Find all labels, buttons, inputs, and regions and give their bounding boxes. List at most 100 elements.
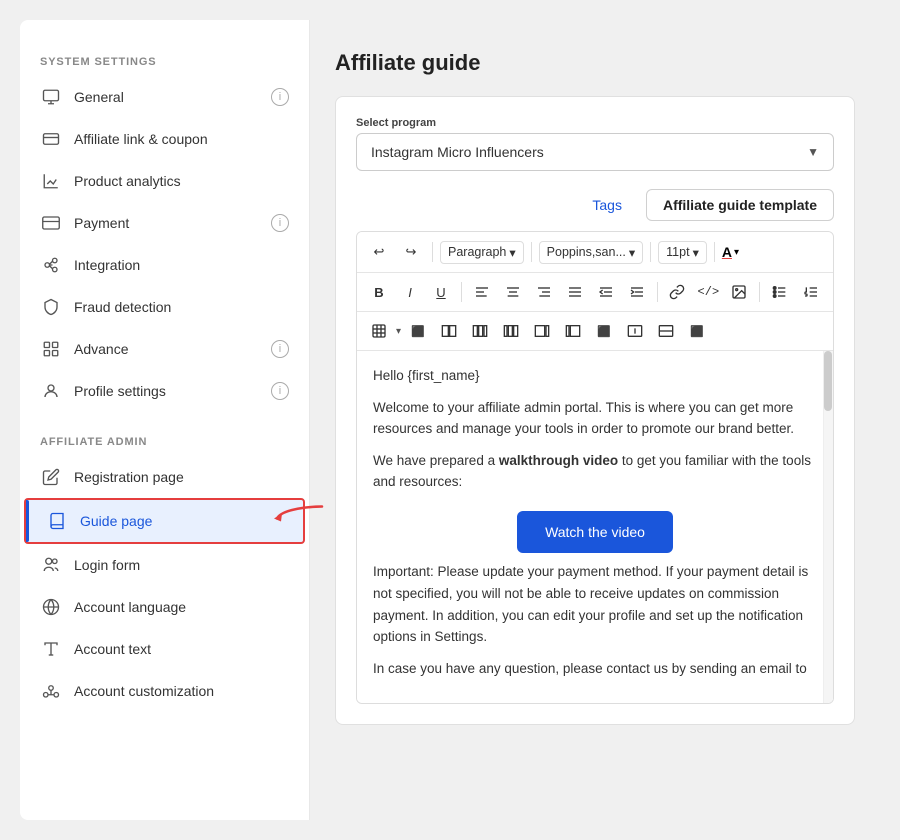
- globe-icon: [40, 596, 62, 618]
- align-left-button[interactable]: [468, 278, 496, 306]
- integration-label: Integration: [74, 257, 289, 273]
- account-customization-label: Account customization: [74, 683, 289, 699]
- table-delete-row[interactable]: ⬛: [683, 317, 711, 345]
- sidebar-item-integration[interactable]: Integration: [20, 244, 309, 286]
- italic-button[interactable]: I: [396, 278, 424, 306]
- sidebar-item-guide-page[interactable]: Guide page: [24, 498, 305, 544]
- sidebar-item-profile-settings[interactable]: Profile settings i: [20, 370, 309, 412]
- font-color-wrapper: A ▾: [722, 244, 739, 260]
- sidebar-item-login-form[interactable]: Login form: [20, 544, 309, 586]
- sidebar-item-account-customization[interactable]: Account customization: [20, 670, 309, 712]
- table-chevron: ▾: [396, 326, 401, 337]
- font-label: Poppins,san...: [547, 245, 626, 259]
- content-card: Select program Instagram Micro Influence…: [335, 96, 855, 725]
- editor-content[interactable]: Hello {first_name} Welcome to your affil…: [357, 351, 833, 703]
- sidebar-item-affiliate-link[interactable]: Affiliate link & coupon: [20, 118, 309, 160]
- justify-button[interactable]: [561, 278, 589, 306]
- table-layout-3[interactable]: [497, 317, 525, 345]
- select-program-wrapper: Select program Instagram Micro Influence…: [356, 117, 834, 171]
- page-title: Affiliate guide: [335, 50, 855, 76]
- product-analytics-label: Product analytics: [74, 173, 289, 189]
- table-layout-4[interactable]: [528, 317, 556, 345]
- link-button[interactable]: [663, 278, 691, 306]
- table-layout-1[interactable]: [435, 317, 463, 345]
- font-size-label: 11pt: [666, 245, 689, 259]
- advance-label: Advance: [74, 341, 271, 357]
- sidebar-item-advance[interactable]: Advance i: [20, 328, 309, 370]
- sidebar-item-general[interactable]: General i: [20, 76, 309, 118]
- sidebar-item-payment[interactable]: Payment i: [20, 202, 309, 244]
- toolbar-divider-7: [759, 282, 760, 302]
- bold-button[interactable]: B: [365, 278, 393, 306]
- payment-info-badge: i: [271, 214, 289, 232]
- editor-toolbar-row2: B I U: [357, 273, 833, 312]
- editor-para4: In case you have any question, please co…: [373, 658, 817, 680]
- general-label: General: [74, 89, 271, 105]
- undo-button[interactable]: ↩: [365, 238, 393, 266]
- paragraph-label: Paragraph: [448, 245, 506, 259]
- redo-button[interactable]: ↪: [397, 238, 425, 266]
- font-size-chevron: ▾: [693, 245, 699, 260]
- table-layout-5[interactable]: [559, 317, 587, 345]
- align-right-button[interactable]: [530, 278, 558, 306]
- bullet-list-button[interactable]: [766, 278, 794, 306]
- sidebar-item-product-analytics[interactable]: Product analytics: [20, 160, 309, 202]
- select-program-dropdown[interactable]: Instagram Micro Influencers ▼: [356, 133, 834, 171]
- advance-info-badge: i: [271, 340, 289, 358]
- numbered-list-button[interactable]: [797, 278, 825, 306]
- font-size-select[interactable]: 11pt ▾: [658, 241, 707, 264]
- indent-increase-button[interactable]: [623, 278, 651, 306]
- font-select[interactable]: Poppins,san... ▾: [539, 241, 644, 264]
- table-delete-col[interactable]: ⬛: [590, 317, 618, 345]
- editor-scrollbar-track: [823, 351, 833, 703]
- app-container: SYSTEM SETTINGS General i Affiliate link…: [20, 20, 880, 820]
- sidebar-item-registration-page[interactable]: Registration page: [20, 456, 309, 498]
- fraud-detection-label: Fraud detection: [74, 299, 289, 315]
- guide-page-wrapper: Guide page: [20, 498, 309, 544]
- profile-settings-label: Profile settings: [74, 383, 271, 399]
- editor-para2-bold: walkthrough video: [499, 453, 618, 468]
- sidebar-item-account-language[interactable]: Account language: [20, 586, 309, 628]
- monitor-icon: [40, 86, 62, 108]
- table-layout-2[interactable]: [466, 317, 494, 345]
- image-button[interactable]: [725, 278, 753, 306]
- select-program-label: Select program: [356, 117, 834, 129]
- customization-icon: [40, 680, 62, 702]
- align-center-button[interactable]: [499, 278, 527, 306]
- user-icon: [40, 380, 62, 402]
- paragraph-select[interactable]: Paragraph ▾: [440, 241, 524, 264]
- editor-scrollbar-thumb[interactable]: [824, 351, 832, 411]
- tabs-row: Tags Affiliate guide template: [356, 189, 834, 221]
- text-icon: [40, 638, 62, 660]
- edit-page-icon: [40, 466, 62, 488]
- sidebar-item-fraud-detection[interactable]: Fraud detection: [20, 286, 309, 328]
- editor-greeting: Hello {first_name}: [373, 365, 817, 387]
- link-icon: [40, 128, 62, 150]
- payment-label: Payment: [74, 215, 271, 231]
- editor-toolbar-row1: ↩ ↪ Paragraph ▾ Poppins,san... ▾ 11pt: [357, 232, 833, 273]
- paragraph-chevron: ▾: [509, 245, 515, 260]
- toolbar-divider-5: [461, 282, 462, 302]
- card-icon: [40, 212, 62, 234]
- toolbar-divider-4: [714, 242, 715, 262]
- tab-affiliate-guide-template[interactable]: Affiliate guide template: [646, 189, 834, 221]
- sidebar-item-account-text[interactable]: Account text: [20, 628, 309, 670]
- editor-para1: Welcome to your affiliate admin portal. …: [373, 397, 817, 440]
- tab-tags[interactable]: Tags: [576, 190, 638, 220]
- font-color-label: A: [722, 244, 732, 260]
- indent-decrease-button[interactable]: [592, 278, 620, 306]
- underline-button[interactable]: U: [427, 278, 455, 306]
- watch-btn-wrapper: Watch the video: [373, 503, 817, 561]
- table-split[interactable]: [652, 317, 680, 345]
- editor-wrapper: ↩ ↪ Paragraph ▾ Poppins,san... ▾ 11pt: [356, 231, 834, 704]
- watch-video-button[interactable]: Watch the video: [517, 511, 673, 553]
- general-info-badge: i: [271, 88, 289, 106]
- editor-toolbar-row3: ▾ ⬛ ⬛: [357, 312, 833, 351]
- code-button[interactable]: </>: [694, 278, 722, 306]
- table-add-row[interactable]: [621, 317, 649, 345]
- editor-para2: We have prepared a walkthrough video to …: [373, 450, 817, 493]
- col-left-button[interactable]: ⬛: [404, 317, 432, 345]
- toolbar-divider-2: [531, 242, 532, 262]
- table-button[interactable]: [365, 317, 393, 345]
- account-language-label: Account language: [74, 599, 289, 615]
